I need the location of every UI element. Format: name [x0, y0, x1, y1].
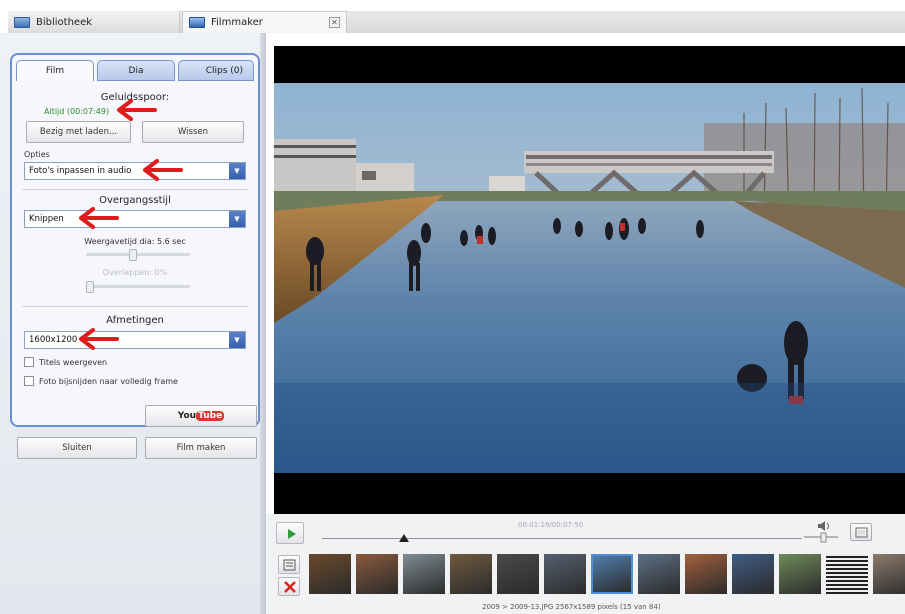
- grid-photos-icon: [14, 16, 30, 28]
- storyboard-button[interactable]: [278, 555, 300, 574]
- filmstrip-thumbnail[interactable]: [309, 554, 351, 594]
- chevron-down-icon: ▼: [229, 211, 245, 227]
- show-titles-checkbox[interactable]: [24, 357, 34, 367]
- options-select[interactable]: Foto's inpassen in audio ▼: [24, 162, 246, 180]
- make-movie-button[interactable]: Film maken: [145, 437, 257, 459]
- play-button[interactable]: [276, 522, 304, 544]
- tab-dia[interactable]: Dia: [97, 60, 175, 81]
- filmstrip-thumbnail[interactable]: [779, 554, 821, 594]
- app-tab-bar: Bibliotheek Filmmaker ✕: [0, 0, 905, 33]
- filmstrip-thumbnail[interactable]: [685, 554, 727, 594]
- show-titles-label: Titels weergeven: [39, 358, 108, 367]
- options-select-value: Foto's inpassen in audio: [29, 166, 132, 176]
- dimensions-select[interactable]: 1600x1200 ▼: [24, 331, 246, 349]
- clear-audio-button[interactable]: Wissen: [142, 121, 244, 143]
- overlap-slider-thumb[interactable]: [86, 281, 94, 293]
- movie-settings-box: Film Dia Clips (0) Geluidsspoor: Altijd …: [10, 53, 260, 427]
- display-time-slider-thumb[interactable]: [129, 249, 138, 261]
- filmstrip-thumbnail[interactable]: [638, 554, 680, 594]
- chevron-down-icon: ▼: [229, 163, 245, 179]
- dimensions-title: Afmetingen: [106, 315, 164, 326]
- timeline-scrubber[interactable]: [322, 529, 802, 539]
- crop-photo-label: Foto bijsnijden naar volledig frame: [39, 377, 178, 386]
- youtube-button[interactable]: You Tube: [145, 405, 257, 427]
- divider: [22, 306, 248, 307]
- filmstrip-thumbnail[interactable]: [544, 554, 586, 594]
- playhead-marker[interactable]: [398, 534, 409, 542]
- tab-filmmaker-label: Filmmaker: [211, 17, 263, 28]
- annotation-arrow: [117, 99, 157, 121]
- fullscreen-icon: [855, 527, 868, 538]
- transition-title: Overgangsstijl: [99, 195, 171, 206]
- player-controls: 00:01:19/00:07:50 2009 > 2009-13.JPG 256…: [266, 514, 905, 614]
- tab-clips[interactable]: Clips (0): [178, 60, 254, 81]
- delete-icon: [284, 581, 296, 593]
- remove-slide-button[interactable]: [278, 577, 300, 596]
- audio-track-value: Altijd (00:07:49): [44, 107, 110, 116]
- tab-bibliotheek-label: Bibliotheek: [36, 16, 93, 28]
- annotation-arrow: [79, 207, 119, 229]
- annotation-arrow: [143, 159, 183, 181]
- filmstrip-thumbnail[interactable]: [826, 554, 868, 594]
- options-label: Opties: [24, 150, 50, 159]
- filmstrip-thumbnail[interactable]: [732, 554, 774, 594]
- settings-panel: Film Dia Clips (0) Geluidsspoor: Altijd …: [0, 33, 266, 614]
- chevron-down-icon: ▼: [229, 332, 245, 348]
- filmstrip-thumbnail[interactable]: [497, 554, 539, 594]
- display-time-slider[interactable]: [86, 253, 190, 256]
- load-audio-button[interactable]: Bezig met laden...: [26, 121, 131, 143]
- tab-film[interactable]: Film: [16, 60, 94, 81]
- status-bar: 2009 > 2009-13.JPG 2567x1589 pixels (15 …: [482, 603, 661, 611]
- timecode: 00:01:19/00:07:50: [518, 521, 584, 529]
- filmstrip-thumbnail[interactable]: [356, 554, 398, 594]
- transition-select-value: Knippen: [29, 214, 64, 224]
- preview-photo: [274, 83, 905, 473]
- play-icon: [288, 529, 296, 539]
- overlap-label: Overlappen: 0%: [102, 268, 168, 277]
- filmstrip-thumbnail[interactable]: [591, 554, 633, 594]
- tab-bibliotheek[interactable]: Bibliotheek: [8, 11, 180, 33]
- ice-skating-photo: [274, 83, 905, 473]
- crop-photo-checkbox[interactable]: [24, 376, 34, 386]
- film-icon: [189, 17, 205, 28]
- tab-filmmaker[interactable]: Filmmaker ✕: [182, 11, 347, 33]
- youtube-logo-you: You: [177, 411, 197, 421]
- filmstrip-thumbnail[interactable]: [873, 554, 905, 594]
- fullscreen-button[interactable]: [850, 523, 872, 541]
- annotation-arrow: [79, 328, 119, 350]
- overlap-slider[interactable]: [86, 285, 190, 288]
- close-icon[interactable]: ✕: [329, 17, 340, 28]
- settings-subtabs: Film Dia Clips (0): [16, 60, 254, 81]
- close-button[interactable]: Sluiten: [17, 437, 137, 459]
- volume-control[interactable]: [804, 521, 838, 543]
- movie-preview: [274, 46, 905, 514]
- display-time-label: Weergavetijd dia: 5.6 sec: [84, 237, 186, 246]
- filmstrip-thumbnail[interactable]: [403, 554, 445, 594]
- speaker-icon: [804, 521, 838, 543]
- dimensions-select-value: 1600x1200: [29, 335, 78, 345]
- storyboard-icon: [283, 559, 296, 571]
- divider: [22, 189, 248, 190]
- filmstrip-thumbnail[interactable]: [450, 554, 492, 594]
- transition-select[interactable]: Knippen ▼: [24, 210, 246, 228]
- youtube-logo-tube: Tube: [196, 411, 225, 421]
